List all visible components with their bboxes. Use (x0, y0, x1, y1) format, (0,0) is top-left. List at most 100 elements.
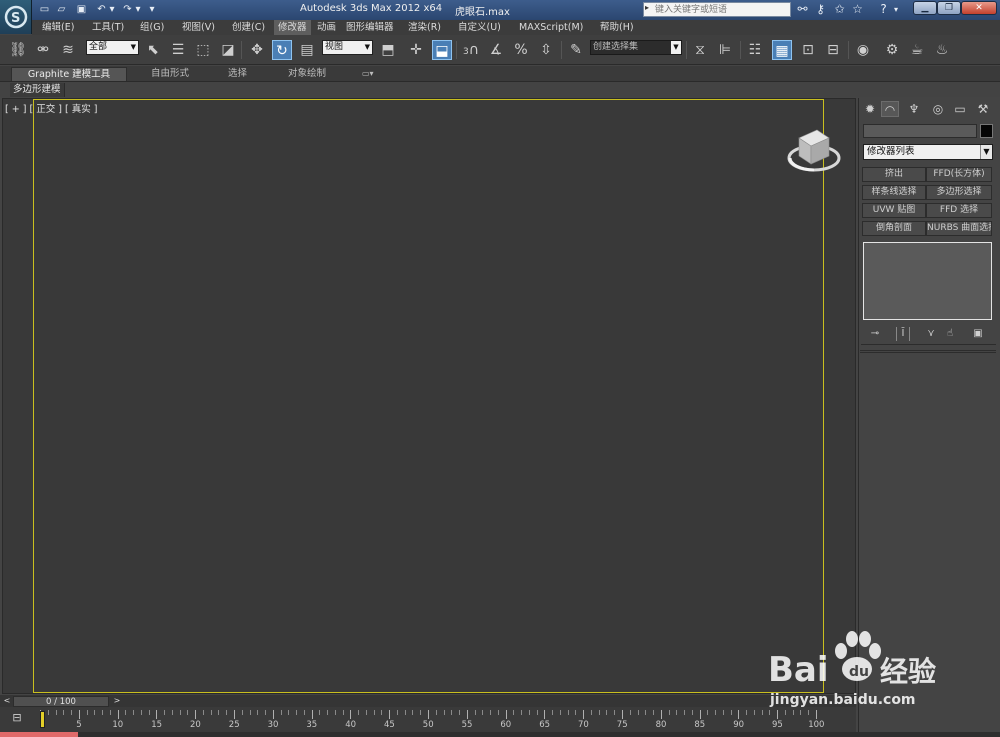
render-production-icon[interactable]: ♨ (932, 40, 952, 60)
layer-manager-icon[interactable]: ☷ (745, 40, 765, 60)
create-icon[interactable]: ✹ (861, 101, 879, 117)
modifier-bevel-profile-button[interactable]: 倒角剖面 (862, 221, 926, 236)
percent-snap-icon[interactable]: % (511, 40, 531, 60)
modifier-spline-select-button[interactable]: 样条线选择 (862, 185, 926, 200)
menu-rendering[interactable]: 渲染(R) (404, 20, 445, 35)
modifier-poly-select-button[interactable]: 多边形选择 (926, 185, 992, 200)
pin-stack-icon[interactable]: ⊸ (868, 327, 882, 341)
menu-edit[interactable]: 编辑(E) (38, 20, 78, 35)
modifier-uvw-map-button[interactable]: UVW 贴图 (862, 203, 926, 218)
tab-freeform[interactable]: 自由形式 (151, 67, 189, 81)
menu-group[interactable]: 组(G) (136, 20, 168, 35)
tab-graphite-modeling[interactable]: Graphite 建模工具 (11, 67, 127, 81)
menu-tools[interactable]: 工具(T) (88, 20, 128, 35)
time-slider-thumb[interactable]: 0 / 100 (13, 696, 109, 707)
menu-maxscript[interactable]: MAXScript(M) (515, 20, 587, 35)
save-icon[interactable]: ▣ (75, 3, 88, 16)
modifier-nurbs-surface-select-button[interactable]: NURBS 曲面选择 (926, 221, 992, 236)
viewcube-icon[interactable] (787, 124, 841, 176)
rendered-frame-window-icon[interactable]: ☕ (907, 40, 927, 60)
customize-dropdown-icon[interactable]: ▾ (147, 3, 157, 16)
move-icon[interactable]: ✥ (247, 40, 267, 60)
modifier-extrude-button[interactable]: 挤出 (862, 167, 926, 182)
close-button[interactable]: ✕ (961, 1, 997, 15)
star-icon[interactable]: ☆ (850, 2, 865, 17)
edit-named-selection-icon[interactable]: ✎ (566, 40, 586, 60)
time-slider-prev-icon[interactable]: < (2, 696, 12, 706)
configure-sets-icon[interactable]: ▣ (971, 327, 985, 341)
render-setup-icon[interactable]: ⚙ (882, 40, 902, 60)
menu-modifiers[interactable]: 修改器 (274, 20, 311, 35)
redo-icon[interactable]: ↷ (121, 3, 134, 16)
menu-views[interactable]: 视图(V) (178, 20, 219, 35)
utilities-icon[interactable]: ⚒ (974, 101, 992, 117)
graphite-toggle-icon[interactable]: ▦ (772, 40, 792, 60)
polygon-modeling-panel[interactable]: 多边形建模 (10, 83, 65, 97)
time-slider-next-icon[interactable]: > (112, 696, 122, 706)
tab-object-paint[interactable]: 对象绘制 (288, 67, 326, 81)
display-icon[interactable]: ▭ (951, 101, 969, 117)
undo-icon[interactable]: ↶ (95, 3, 108, 16)
modifier-ffd-select-button[interactable]: FFD 选择 (926, 203, 992, 218)
current-frame-marker[interactable] (40, 711, 45, 728)
mini-curve-editor-icon[interactable]: ⊟ (8, 711, 26, 725)
snaps-toggle-icon[interactable]: 3∩ (461, 40, 481, 60)
pivot-center-icon[interactable]: ⬒ (378, 40, 398, 60)
menu-graph-editors[interactable]: 图形编辑器 (342, 20, 398, 35)
object-color-swatch[interactable] (980, 124, 993, 138)
motion-icon[interactable]: ◎ (929, 101, 947, 117)
binoculars-icon[interactable]: ⚯ (795, 2, 810, 17)
hierarchy-icon[interactable]: ♆ (905, 101, 923, 117)
ribbon-options-dropdown[interactable]: ▭▾ (362, 67, 382, 81)
modifier-ffd-box-button[interactable]: FFD(长方体) (926, 167, 992, 182)
named-selection-dropdown[interactable]: 创建选择集 ▼ (590, 40, 682, 55)
object-name-field[interactable] (863, 124, 977, 138)
search-input[interactable] (652, 3, 788, 16)
menu-create[interactable]: 创建(C) (228, 20, 269, 35)
curve-editor-icon[interactable]: ⊡ (798, 40, 818, 60)
viewport-point-of-view-label[interactable]: 正交 (36, 104, 55, 115)
open-file-icon[interactable]: ▱ (55, 3, 68, 16)
make-unique-icon[interactable]: ⋎ (924, 327, 938, 341)
restore-button[interactable]: ❐ (937, 1, 961, 15)
mirror-icon[interactable]: ⧖ (690, 40, 710, 60)
modifier-list-dropdown[interactable]: 修改器列表 ▼ (863, 144, 993, 160)
help-icon[interactable]: ? (876, 2, 891, 17)
rectangular-selection-icon[interactable]: ⬚ (193, 40, 213, 60)
modify-icon[interactable]: ◠ (881, 101, 899, 117)
search-arrow-icon[interactable]: ▸ (645, 3, 649, 12)
keyboard-shortcut-override-icon[interactable]: ⬓ (432, 40, 452, 60)
remove-modifier-icon[interactable]: ☝ (943, 327, 957, 341)
search-box[interactable] (643, 2, 791, 17)
menu-help[interactable]: 帮助(H) (596, 20, 638, 35)
menu-customize[interactable]: 自定义(U) (454, 20, 505, 35)
unlink-icon[interactable]: ⚮ (33, 40, 53, 60)
spinner-snap-icon[interactable]: ⇳ (536, 40, 556, 60)
align-icon[interactable]: ⊫ (715, 40, 735, 60)
schematic-view-icon[interactable]: ⊟ (823, 40, 843, 60)
scale-icon[interactable]: ▤ (297, 40, 317, 60)
viewport-menu-label[interactable]: + (12, 104, 20, 115)
undo-dropdown-icon[interactable]: ▾ (108, 3, 116, 16)
show-end-result-icon[interactable]: Ī (896, 327, 910, 341)
maxscript-listener-mini[interactable] (0, 732, 78, 737)
redo-dropdown-icon[interactable]: ▾ (134, 3, 142, 16)
help-dropdown-icon[interactable]: ▾ (892, 2, 900, 17)
select-and-manipulate-icon[interactable]: ✛ (406, 40, 426, 60)
viewport-shading-label[interactable]: 真实 (72, 104, 91, 115)
rotate-icon[interactable]: ↻ (272, 40, 292, 60)
menu-animation[interactable]: 动画 (313, 20, 340, 35)
tab-selection[interactable]: 选择 (228, 67, 247, 81)
material-editor-icon[interactable]: ◉ (853, 40, 873, 60)
window-crossing-icon[interactable]: ◪ (218, 40, 238, 60)
frame-ruler[interactable]: 5 10 15 20 25 30 35 40 45 50 55 60 65 70 75 80 85 90 95 100 (40, 707, 824, 732)
viewport-label[interactable]: [ + ] [ 正交 ] [ 真实 ] (5, 101, 97, 115)
minimize-button[interactable]: ▁ (913, 1, 937, 15)
app-logo-button[interactable]: S (0, 0, 32, 34)
modifier-stack[interactable] (863, 242, 992, 320)
select-object-icon[interactable]: ⬉ (143, 40, 163, 60)
time-slider[interactable] (0, 695, 856, 707)
new-file-icon[interactable]: ▭ (38, 3, 51, 16)
reference-coordinate-dropdown[interactable]: 视图 ▼ (322, 40, 373, 55)
select-by-name-icon[interactable]: ☰ (168, 40, 188, 60)
